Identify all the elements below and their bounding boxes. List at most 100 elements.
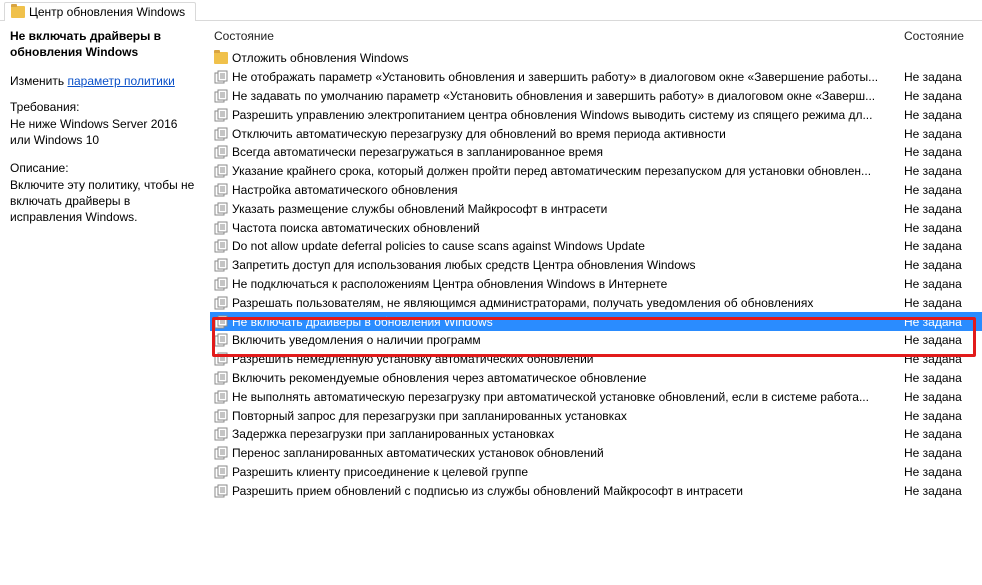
policy-state: Не задана bbox=[904, 164, 982, 178]
policy-name: Запретить доступ для использования любых… bbox=[232, 258, 904, 272]
policy-icon bbox=[214, 446, 232, 460]
policy-icon bbox=[214, 484, 232, 498]
list-item[interactable]: Всегда автоматически перезагружаться в з… bbox=[210, 143, 982, 162]
list-item[interactable]: Не подключаться к расположениям Центра о… bbox=[210, 275, 982, 294]
list-item[interactable]: Указание крайнего срока, который должен … bbox=[210, 162, 982, 181]
policy-icon bbox=[214, 164, 232, 178]
policy-name: Разрешать пользователям, не являющимся а… bbox=[232, 296, 904, 310]
description-text: Включите эту политику, чтобы не включать… bbox=[10, 177, 200, 226]
policy-state: Не задана bbox=[904, 333, 982, 347]
requirements-text: Не ниже Windows Server 2016 или Windows … bbox=[10, 116, 200, 148]
list-item[interactable]: Не задавать по умолчанию параметр «Устан… bbox=[210, 87, 982, 106]
policy-name: Настройка автоматического обновления bbox=[232, 183, 904, 197]
window-tab[interactable]: Центр обновления Windows bbox=[4, 2, 196, 21]
list-item[interactable]: Указать размещение службы обновлений Май… bbox=[210, 199, 982, 218]
policy-icon bbox=[214, 333, 232, 347]
list-item[interactable]: Не выполнять автоматическую перезагрузку… bbox=[210, 387, 982, 406]
policy-name: Отложить обновления Windows bbox=[232, 51, 904, 65]
list-item[interactable]: Запретить доступ для использования любых… bbox=[210, 256, 982, 275]
policy-name: Задержка перезагрузки при запланированны… bbox=[232, 427, 904, 441]
policy-state: Не задана bbox=[904, 446, 982, 460]
policy-icon bbox=[214, 70, 232, 84]
policy-list-pane: Состояние Состояние Отложить обновления … bbox=[210, 21, 982, 584]
policy-name: Указать размещение службы обновлений Май… bbox=[232, 202, 904, 216]
policy-state: Не задана bbox=[904, 390, 982, 404]
policy-name: Частота поиска автоматических обновлений bbox=[232, 221, 904, 235]
policy-list: Отложить обновления Windows Не отображать… bbox=[210, 47, 982, 500]
list-item[interactable]: Разрешить немедленную установку автомати… bbox=[210, 350, 982, 369]
policy-state: Не задана bbox=[904, 127, 982, 141]
policy-state: Не задана bbox=[904, 108, 982, 122]
policy-name: Не подключаться к расположениям Центра о… bbox=[232, 277, 904, 291]
policy-title: Не включать драйверы в обновления Window… bbox=[10, 29, 200, 60]
list-item[interactable]: Do not allow update deferral policies to… bbox=[210, 237, 982, 256]
policy-icon bbox=[214, 296, 232, 310]
policy-state: Не задана bbox=[904, 371, 982, 385]
list-item[interactable]: Включить рекомендуемые обновления через … bbox=[210, 369, 982, 388]
list-item[interactable]: Настройка автоматического обновленияНе з… bbox=[210, 181, 982, 200]
window-tab-title: Центр обновления Windows bbox=[29, 5, 185, 19]
list-item[interactable]: Частота поиска автоматических обновлений… bbox=[210, 218, 982, 237]
list-item[interactable]: Разрешить управлению электропитанием цен… bbox=[210, 105, 982, 124]
policy-state: Не задана bbox=[904, 70, 982, 84]
folder-icon bbox=[11, 6, 25, 18]
policy-name: Включить рекомендуемые обновления через … bbox=[232, 371, 904, 385]
list-item[interactable]: Разрешить прием обновлений с подписью из… bbox=[210, 481, 982, 500]
policy-icon bbox=[214, 465, 232, 479]
policy-state: Не задана bbox=[904, 352, 982, 366]
policy-state: Не задана bbox=[904, 183, 982, 197]
policy-name: Разрешить клиенту присоединение к целево… bbox=[232, 465, 904, 479]
details-pane: Не включать драйверы в обновления Window… bbox=[0, 21, 210, 584]
policy-state: Не задана bbox=[904, 89, 982, 103]
policy-icon bbox=[214, 390, 232, 404]
edit-row: Изменить параметр политики bbox=[10, 74, 200, 88]
policy-state: Не задана bbox=[904, 315, 982, 329]
policy-icon bbox=[214, 409, 232, 423]
edit-policy-link[interactable]: параметр политики bbox=[67, 74, 174, 88]
policy-state: Не задана bbox=[904, 258, 982, 272]
policy-state: Не задана bbox=[904, 296, 982, 310]
list-item[interactable]: Разрешать пользователям, не являющимся а… bbox=[210, 293, 982, 312]
policy-name: Не отображать параметр «Установить обнов… bbox=[232, 70, 904, 84]
column-header-state[interactable]: Состояние bbox=[210, 29, 904, 43]
list-item[interactable]: Разрешить клиенту присоединение к целево… bbox=[210, 463, 982, 482]
list-item[interactable]: Включить уведомления о наличии программН… bbox=[210, 331, 982, 350]
description-label: Описание: bbox=[10, 161, 200, 175]
policy-name: Не выполнять автоматическую перезагрузку… bbox=[232, 390, 904, 404]
list-item[interactable]: Не включать драйверы в обновления Window… bbox=[210, 312, 982, 331]
list-item[interactable]: Отключить автоматическую перезагрузку дл… bbox=[210, 124, 982, 143]
policy-name: Не задавать по умолчанию параметр «Устан… bbox=[232, 89, 904, 103]
policy-name: Отключить автоматическую перезагрузку дл… bbox=[232, 127, 904, 141]
policy-name: Не включать драйверы в обновления Window… bbox=[232, 315, 904, 329]
policy-state: Не задана bbox=[904, 427, 982, 441]
list-item[interactable]: Отложить обновления Windows bbox=[210, 49, 982, 68]
policy-icon bbox=[214, 145, 232, 159]
list-item[interactable]: Задержка перезагрузки при запланированны… bbox=[210, 425, 982, 444]
policy-icon bbox=[214, 89, 232, 103]
policy-icon bbox=[214, 315, 232, 329]
requirements-label: Требования: bbox=[10, 100, 200, 114]
policy-icon bbox=[214, 183, 232, 197]
folder-icon bbox=[214, 52, 232, 64]
policy-state: Не задана bbox=[904, 277, 982, 291]
policy-name: Указание крайнего срока, который должен … bbox=[232, 164, 904, 178]
policy-state: Не задана bbox=[904, 484, 982, 498]
policy-state: Не задана bbox=[904, 202, 982, 216]
policy-icon bbox=[214, 108, 232, 122]
policy-name: Do not allow update deferral policies to… bbox=[232, 239, 904, 253]
policy-icon bbox=[214, 221, 232, 235]
policy-name: Перенос запланированных автоматических у… bbox=[232, 446, 904, 460]
list-item[interactable]: Повторный запрос для перезагрузки при за… bbox=[210, 406, 982, 425]
policy-name: Всегда автоматически перезагружаться в з… bbox=[232, 145, 904, 159]
column-header-state-right[interactable]: Состояние bbox=[904, 29, 982, 43]
list-item[interactable]: Не отображать параметр «Установить обнов… bbox=[210, 68, 982, 87]
list-item[interactable]: Перенос запланированных автоматических у… bbox=[210, 444, 982, 463]
column-headers: Состояние Состояние bbox=[210, 21, 982, 47]
policy-name: Включить уведомления о наличии программ bbox=[232, 333, 904, 347]
policy-name: Разрешить немедленную установку автомати… bbox=[232, 352, 904, 366]
policy-icon bbox=[214, 371, 232, 385]
main-container: Не включать драйверы в обновления Window… bbox=[0, 21, 982, 584]
policy-name: Повторный запрос для перезагрузки при за… bbox=[232, 409, 904, 423]
policy-state: Не задана bbox=[904, 465, 982, 479]
policy-icon bbox=[214, 277, 232, 291]
